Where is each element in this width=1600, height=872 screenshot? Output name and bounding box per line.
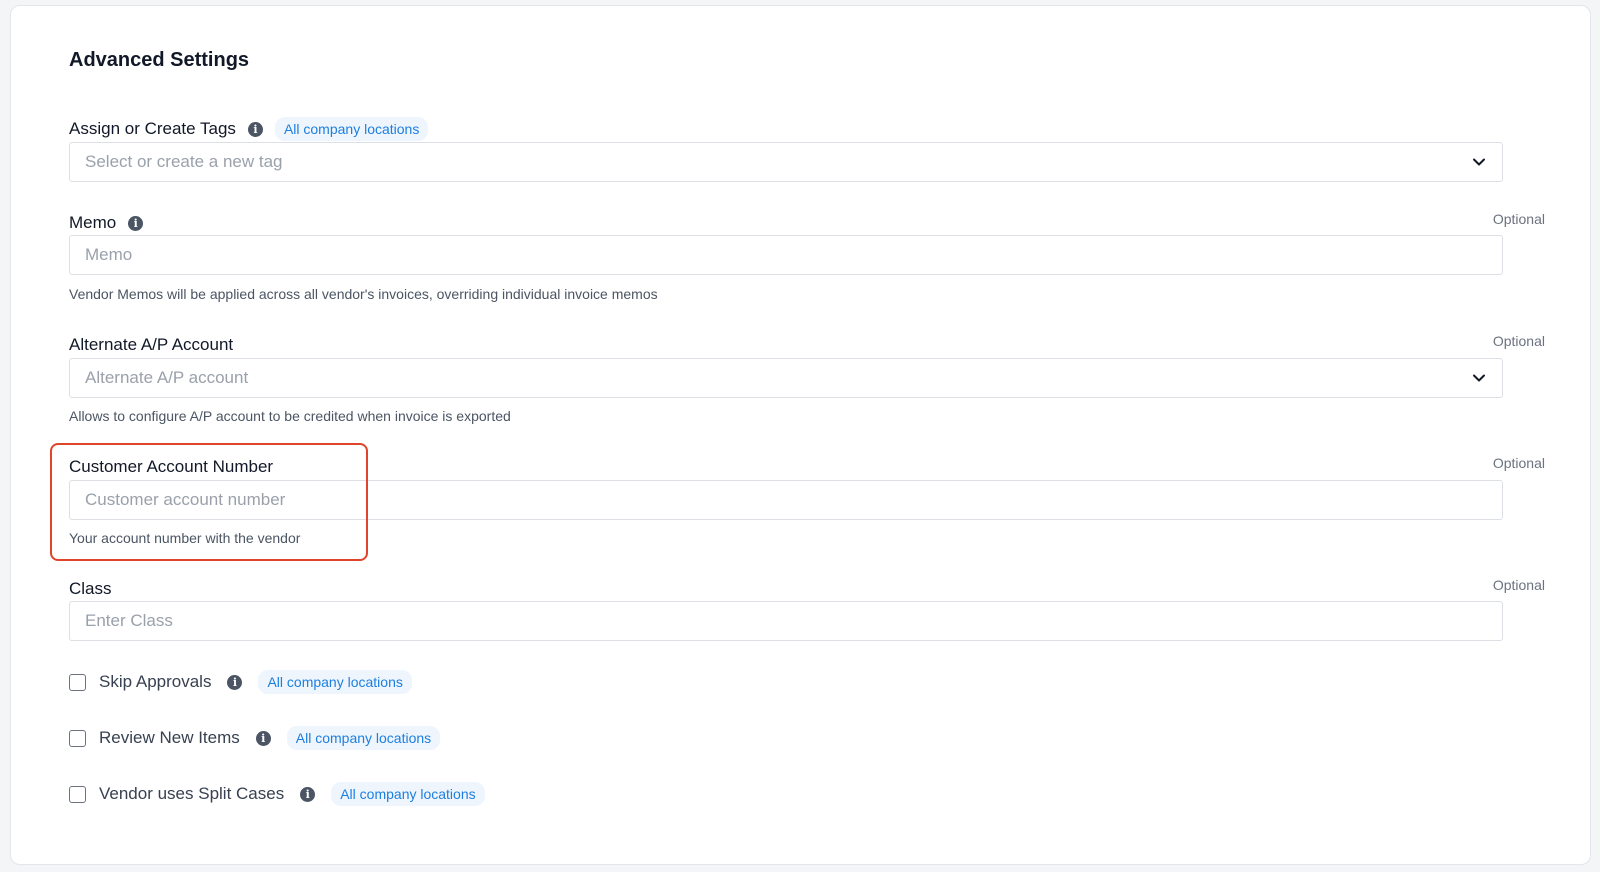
split-cases-checkbox[interactable] <box>69 785 86 803</box>
review-new-items-checkbox[interactable] <box>69 729 86 747</box>
ap-account-label: Alternate A/P Account <box>69 335 234 354</box>
advanced-settings-card: Advanced Settings Assign or Create Tags … <box>10 5 1591 865</box>
split-cases-row: Vendor uses Split Cases i All company lo… <box>69 781 485 807</box>
memo-input[interactable]: Memo <box>69 235 1503 275</box>
section-title: Advanced Settings <box>69 49 250 71</box>
customer-account-optional-tag: Optional <box>1492 455 1545 471</box>
all-locations-badge: All company locations <box>331 782 485 806</box>
tags-label-row: Assign or Create Tags i All company loca… <box>69 117 429 141</box>
split-cases-label[interactable]: Vendor uses Split Cases <box>99 784 284 804</box>
ap-account-select[interactable]: Alternate A/P account <box>69 358 1503 398</box>
class-input[interactable]: Enter Class <box>69 601 1503 641</box>
ap-account-placeholder: Alternate A/P account <box>85 368 249 387</box>
skip-approvals-checkbox[interactable] <box>69 673 86 691</box>
class-placeholder: Enter Class <box>85 611 173 630</box>
info-icon[interactable]: i <box>255 730 271 746</box>
info-icon[interactable]: i <box>128 215 144 231</box>
tags-select[interactable]: Select or create a new tag <box>69 142 1503 182</box>
ap-account-help-text: Allows to configure A/P account to be cr… <box>69 408 511 424</box>
info-icon[interactable]: i <box>300 786 316 802</box>
memo-help-text: Vendor Memos will be applied across all … <box>69 286 658 302</box>
tags-select-placeholder: Select or create a new tag <box>85 152 283 171</box>
review-new-items-row: Review New Items i All company locations <box>69 725 441 751</box>
memo-label: Memo <box>69 213 117 232</box>
memo-placeholder: Memo <box>85 245 133 264</box>
memo-label-row: Memo i <box>69 211 144 235</box>
skip-approvals-row: Skip Approvals i All company locations <box>69 669 412 695</box>
ap-account-label-row: Alternate A/P Account <box>69 333 233 357</box>
review-new-items-label[interactable]: Review New Items <box>99 728 240 748</box>
all-locations-badge: All company locations <box>274 117 429 141</box>
chevron-down-icon <box>1473 158 1485 166</box>
info-icon[interactable]: i <box>247 121 263 137</box>
class-label-row: Class <box>69 577 112 601</box>
memo-optional-tag: Optional <box>1492 211 1545 227</box>
class-optional-tag: Optional <box>1492 577 1545 593</box>
info-icon[interactable]: i <box>227 674 243 690</box>
chevron-down-icon <box>1473 374 1485 382</box>
class-label: Class <box>69 579 112 598</box>
ap-account-optional-tag: Optional <box>1492 333 1545 349</box>
skip-approvals-label[interactable]: Skip Approvals <box>99 672 211 692</box>
tags-label: Assign or Create Tags <box>69 119 236 138</box>
all-locations-badge: All company locations <box>258 670 412 694</box>
customer-account-highlight-box <box>50 443 368 561</box>
all-locations-badge: All company locations <box>286 726 441 750</box>
